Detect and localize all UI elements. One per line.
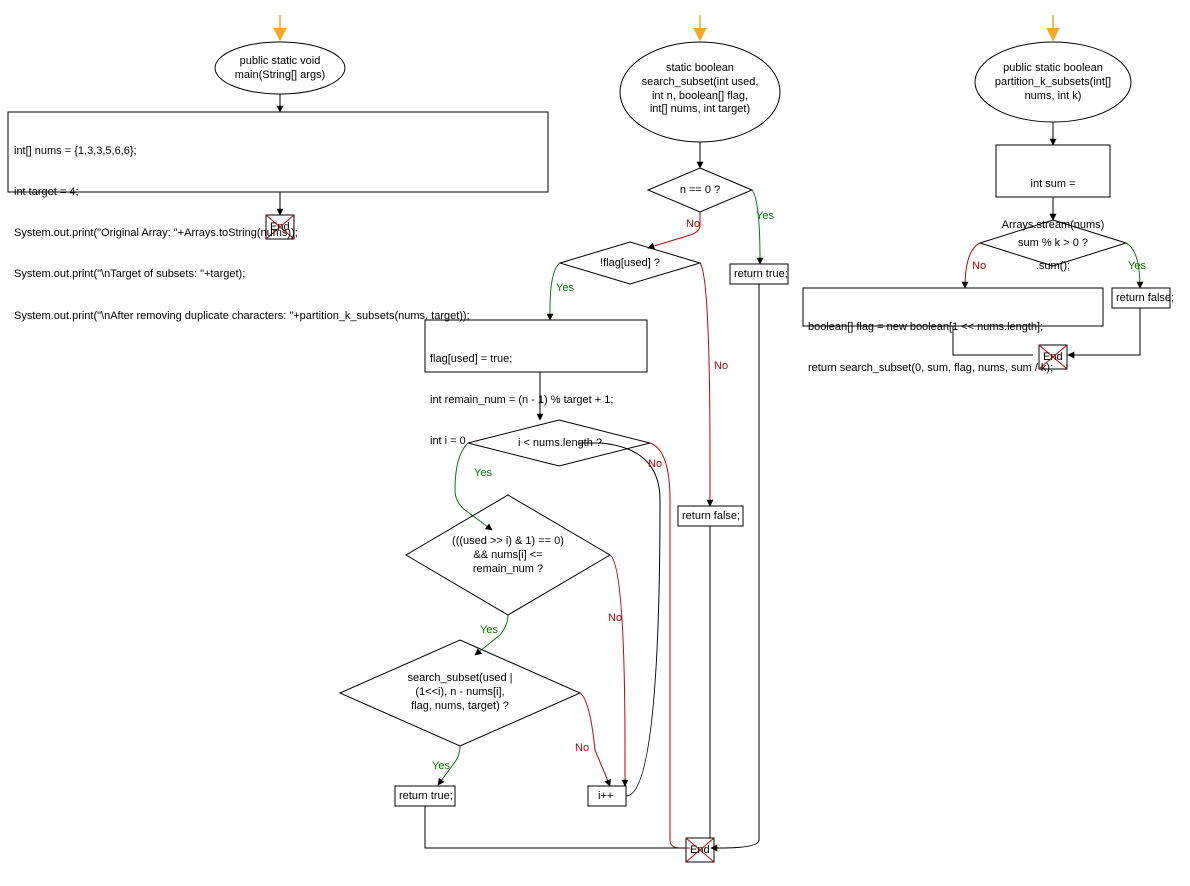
yes-label: Yes (556, 282, 574, 294)
start-main: public static void main(String[] args) (228, 55, 332, 83)
start-search-subset: static boolean search_subset(int used, i… (632, 62, 768, 117)
yes-label: Yes (756, 210, 774, 222)
no-label: No (608, 612, 622, 624)
decision-recursion: search_subset(used | (1<<i), n - nums[i]… (392, 672, 528, 713)
decision-loop: i < nums.length ? (510, 437, 610, 451)
return-false: return false; (682, 510, 740, 524)
return-false-partition: return false; (1116, 292, 1174, 306)
no-label: No (575, 742, 589, 754)
no-label: No (686, 218, 700, 230)
decision-used-shift: (((used >> i) & 1) == 0) && nums[i] <= r… (436, 535, 580, 576)
no-label: No (648, 458, 662, 470)
increment-i: i++ (598, 790, 613, 804)
process-return-search: boolean[] flag = new boolean[1 << nums.l… (808, 293, 1098, 389)
yes-label: Yes (432, 760, 450, 772)
end-partition: End (1043, 351, 1063, 363)
return-true-1: return true; (734, 268, 788, 282)
decision-sum-mod: sum % k > 0 ? (1010, 237, 1096, 251)
process-sum: int sum = Arrays.stream(nums) .sum(); (1000, 150, 1106, 288)
no-label: No (972, 260, 986, 272)
end-search-subset: End (690, 844, 710, 856)
yes-label: Yes (1128, 260, 1146, 272)
return-true-2: return true; (399, 790, 453, 804)
yes-label: Yes (474, 467, 492, 479)
decision-n-eq-0: n == 0 ? (670, 184, 730, 198)
yes-label: Yes (480, 624, 498, 636)
end-main: End (270, 221, 290, 233)
no-label: No (714, 360, 728, 372)
decision-flag-used: !flag[used] ? (592, 257, 668, 271)
start-partition: public static boolean partition_k_subset… (990, 62, 1116, 103)
